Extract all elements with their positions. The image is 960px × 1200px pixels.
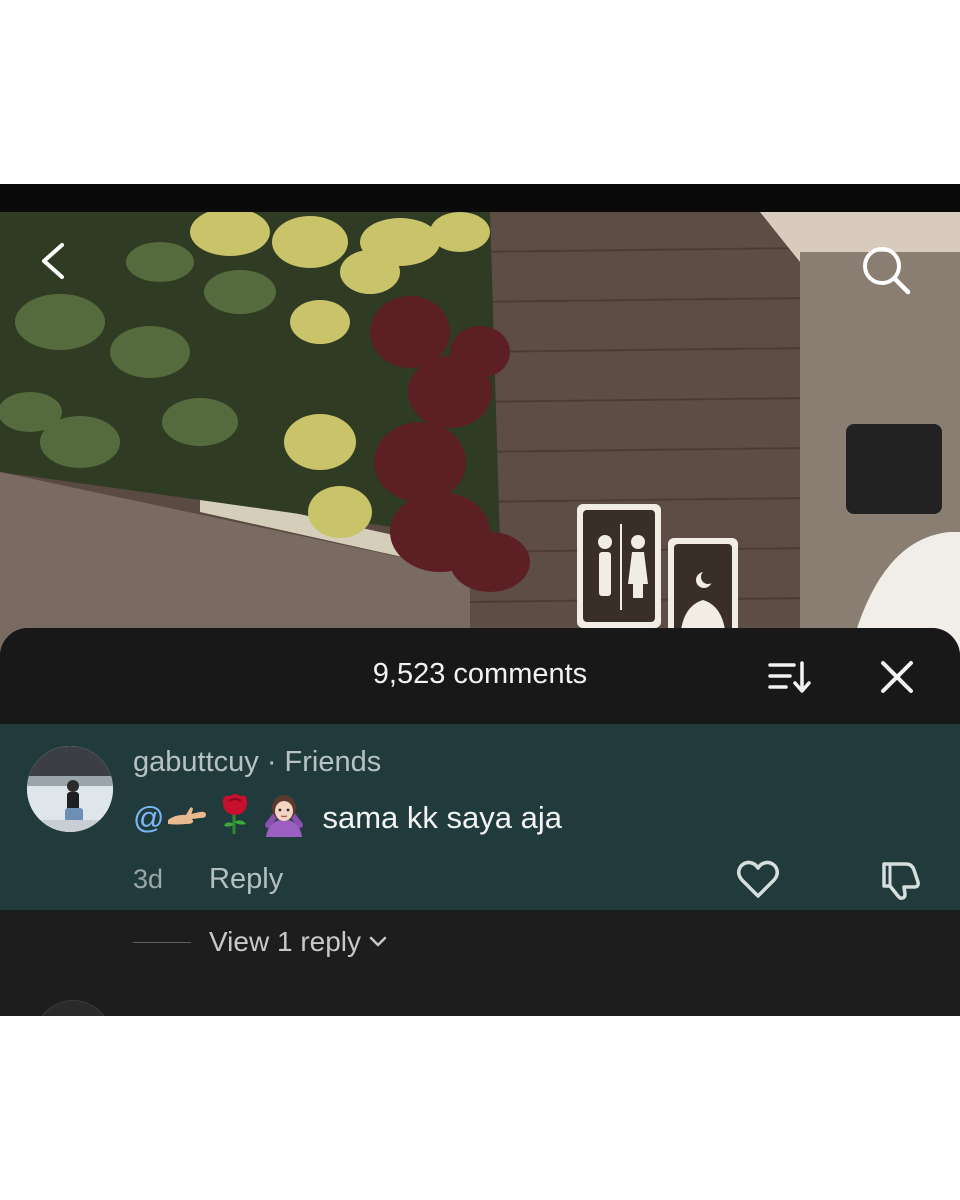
chevron-left-icon — [42, 243, 64, 279]
rose-emoji — [218, 792, 252, 844]
thumbs-down-icon — [882, 862, 920, 900]
close-icon — [881, 661, 913, 693]
view-replies-label: View 1 reply — [209, 926, 362, 957]
comment-body: @ sama kk saya aja — [133, 794, 562, 840]
comments-header: 9,523 comments — [0, 628, 960, 724]
speaker-icon — [846, 424, 942, 514]
search-icon — [863, 247, 911, 295]
search-button[interactable] — [856, 240, 916, 300]
back-button[interactable] — [28, 236, 78, 286]
comment-item[interactable]: gabuttcuy · Friends @ sama kk saya aja 3… — [0, 724, 960, 910]
restroom-sign-icon — [577, 504, 661, 628]
separator: · — [258, 746, 285, 778]
comments-panel: 9,523 comments gabuttcuy · Friends @ sam… — [0, 628, 960, 1016]
reply-button[interactable]: Reply — [209, 863, 283, 896]
avatar[interactable] — [27, 746, 113, 832]
comment-text: sama kk saya aja — [322, 800, 562, 835]
relation-badge: Friends — [284, 746, 382, 778]
like-button[interactable] — [734, 856, 782, 902]
sort-icon — [768, 661, 811, 693]
avatar-photo — [27, 746, 113, 832]
dislike-button[interactable] — [876, 856, 924, 902]
view-replies-button[interactable]: View 1 reply — [133, 924, 389, 960]
heart-icon — [737, 860, 779, 898]
person-gesturing-no-emoji — [260, 791, 308, 845]
chevron-down-icon — [369, 936, 387, 947]
replies-divider — [133, 941, 191, 943]
app-frame: 9,523 comments gabuttcuy · Friends @ sam… — [0, 184, 960, 1016]
next-comment-avatar[interactable] — [34, 1000, 112, 1016]
close-button[interactable] — [874, 654, 920, 700]
timestamp: 3d — [133, 863, 164, 894]
hand-palm-up-emoji — [166, 800, 210, 836]
status-bar — [0, 184, 960, 212]
comment-meta: 3d Reply — [133, 862, 283, 896]
mention[interactable]: @ — [133, 800, 164, 836]
comment-count: 9,523 comments — [372, 658, 588, 690]
comment-author-line: gabuttcuy · Friends — [133, 746, 381, 779]
sort-button[interactable] — [764, 658, 816, 698]
username[interactable]: gabuttcuy — [133, 746, 259, 778]
